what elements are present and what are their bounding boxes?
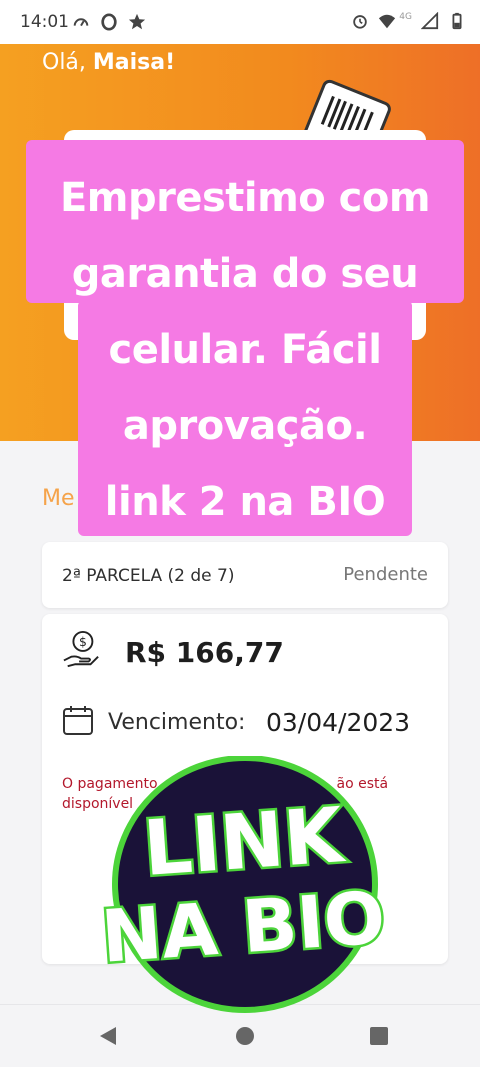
hero-card[interactable] <box>64 130 426 340</box>
network-type: 4G <box>399 12 412 22</box>
calendar-icon <box>63 706 93 735</box>
status-badge: Pendente <box>343 564 428 585</box>
user-name: Maisa! <box>92 50 176 75</box>
installment-header-card[interactable]: 2ª PARCELA (2 de 7) Pendente <box>42 542 448 608</box>
status-right-icons: 4G <box>351 12 466 30</box>
opera-icon <box>101 13 117 31</box>
due-label: Vencimento: <box>108 710 246 735</box>
alarm-icon <box>353 15 368 29</box>
battery-icon <box>452 12 462 30</box>
back-icon[interactable] <box>100 1027 116 1045</box>
speedometer-icon <box>73 18 89 27</box>
due-date: 03/04/2023 <box>266 708 411 737</box>
signal-icon <box>421 12 439 30</box>
status-left-icons <box>72 13 146 31</box>
svg-text:$: $ <box>79 635 87 649</box>
money-hand-icon: $ <box>63 630 99 668</box>
star-icon <box>128 13 146 30</box>
installment-title: 2ª PARCELA (2 de 7) <box>62 566 235 586</box>
installment-amount: R$ 166,77 <box>125 636 284 669</box>
link-na-bio-sticker: LINK NA BIO <box>96 756 390 1013</box>
wifi-icon <box>379 14 396 29</box>
status-bar: 14:01 4G <box>0 0 480 44</box>
greeting: Olá, Maisa! <box>42 50 175 75</box>
recents-icon[interactable] <box>370 1027 388 1045</box>
section-label: Me <box>42 486 75 511</box>
status-time: 14:01 <box>20 12 69 32</box>
home-icon[interactable] <box>236 1027 254 1045</box>
sticker-line1: LINK <box>141 790 349 893</box>
promo-line: link 2 na BIO <box>104 479 386 525</box>
hero-banner: Olá, Maisa! <box>0 44 480 441</box>
greeting-prefix: Olá, <box>42 50 93 75</box>
